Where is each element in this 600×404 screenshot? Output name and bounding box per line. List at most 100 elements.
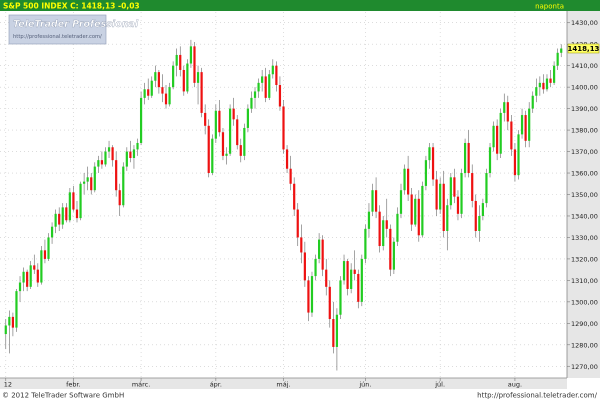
candle-body-down xyxy=(431,147,435,180)
candle-body-down xyxy=(524,115,527,141)
candle-body-up xyxy=(139,97,143,143)
candle-body-up xyxy=(154,72,157,81)
candle-body-up xyxy=(50,226,54,238)
candle-body-up xyxy=(61,207,64,225)
candle xyxy=(182,65,185,96)
candle-body-down xyxy=(307,280,310,313)
candle-body-down xyxy=(328,286,331,320)
candle-body-down xyxy=(204,112,207,126)
candle-body-down xyxy=(346,261,349,289)
candle xyxy=(424,155,428,191)
candle-body-up xyxy=(463,142,467,174)
candle xyxy=(528,102,531,148)
candle-body-up xyxy=(228,108,232,154)
y-tick-label: 1310,00 xyxy=(571,277,598,285)
candle-body-down xyxy=(264,76,267,98)
candle-body-up xyxy=(535,87,538,96)
candle-body-up xyxy=(261,76,264,83)
y-tick-label: 1340,00 xyxy=(571,212,598,220)
candle-body-down xyxy=(285,149,289,169)
candle-body-down xyxy=(11,316,15,328)
candle-body-down xyxy=(506,102,509,122)
candle-body-up xyxy=(342,261,346,281)
y-tick-label: 1280,00 xyxy=(571,341,598,349)
candle xyxy=(410,188,413,231)
candle xyxy=(40,246,43,285)
candle-body-down xyxy=(332,319,335,347)
candle-body-up xyxy=(79,183,82,219)
candle-body-down xyxy=(435,179,438,210)
candle-body-down xyxy=(36,269,39,283)
candle-body-down xyxy=(207,125,210,174)
candle-body-up xyxy=(552,65,556,83)
candle-body-up xyxy=(414,198,417,225)
candle xyxy=(79,181,82,221)
candle-body-down xyxy=(182,69,185,92)
candle-body-up xyxy=(125,151,128,167)
y-tick-label: 1270,00 xyxy=(571,363,598,371)
candle-body-down xyxy=(43,250,47,259)
candle-body-up xyxy=(460,173,463,214)
candle-body-down xyxy=(278,85,282,107)
candle-body-down xyxy=(321,239,324,270)
candle xyxy=(186,59,189,94)
candle-body-up xyxy=(517,134,520,176)
candle-body-down xyxy=(161,87,164,94)
candle-body-up xyxy=(399,190,403,214)
candle-body-down xyxy=(513,149,517,176)
x-tick-label: júl. xyxy=(434,381,445,389)
candle-body-down xyxy=(115,160,118,191)
candle-body-down xyxy=(549,78,552,83)
series-label: S&P 500 INDEX C: 1418,13 -0,03 xyxy=(3,2,140,11)
candle-body-down xyxy=(289,168,292,184)
chart-canvas: S&P 500 INDEX C: 1418,13 -0,03 naponta T… xyxy=(0,0,600,400)
last-price-label: 1418,13 xyxy=(568,45,600,53)
candle xyxy=(485,168,488,208)
candle-body-up xyxy=(29,265,32,287)
candle xyxy=(339,276,342,320)
candle-body-down xyxy=(453,177,456,197)
candle-body-up xyxy=(488,147,492,174)
candle-body-down xyxy=(385,220,388,229)
candle-body-up xyxy=(403,168,406,191)
y-tick-label: 1330,00 xyxy=(571,234,598,242)
plot-area xyxy=(0,11,567,378)
candle-body-up xyxy=(421,185,424,236)
candle-body-down xyxy=(417,198,420,236)
period-label: naponta xyxy=(535,3,564,11)
candle xyxy=(221,127,225,161)
candle-body-down xyxy=(218,110,221,133)
candle-body-up xyxy=(15,291,18,328)
candle xyxy=(382,215,385,251)
candle-body-up xyxy=(439,183,442,210)
candle-body-up xyxy=(253,91,257,98)
candle-body-up xyxy=(520,115,524,135)
footer-url: http://professional.teletrader.com/ xyxy=(477,392,597,400)
candle-body-up xyxy=(531,95,534,109)
candle-body-down xyxy=(72,192,75,210)
candle-body-up xyxy=(189,46,193,64)
candle-body-up xyxy=(528,108,531,141)
logo-title: TeleTrader Professional xyxy=(13,19,139,30)
candle-body-up xyxy=(168,87,171,105)
candle-body-up xyxy=(243,127,246,156)
candle xyxy=(460,168,463,219)
candle-body-down xyxy=(442,183,445,231)
candle xyxy=(211,134,214,176)
candle-body-down xyxy=(300,237,303,253)
candle-body-up xyxy=(54,213,57,227)
y-tick-label: 1300,00 xyxy=(571,298,598,306)
candle-body-down xyxy=(293,183,296,210)
candle xyxy=(449,173,452,210)
x-tick-label: ápr. xyxy=(210,381,222,389)
candle-body-down xyxy=(179,54,182,70)
candle xyxy=(364,224,367,264)
candle-body-up xyxy=(22,271,25,283)
candle-body-down xyxy=(275,65,278,85)
candle-body-down xyxy=(378,211,381,247)
candle-body-up xyxy=(424,160,428,186)
candle-body-up xyxy=(136,142,139,150)
candle xyxy=(68,188,71,223)
candle-body-up xyxy=(104,151,107,165)
candle-body-down xyxy=(407,168,410,195)
